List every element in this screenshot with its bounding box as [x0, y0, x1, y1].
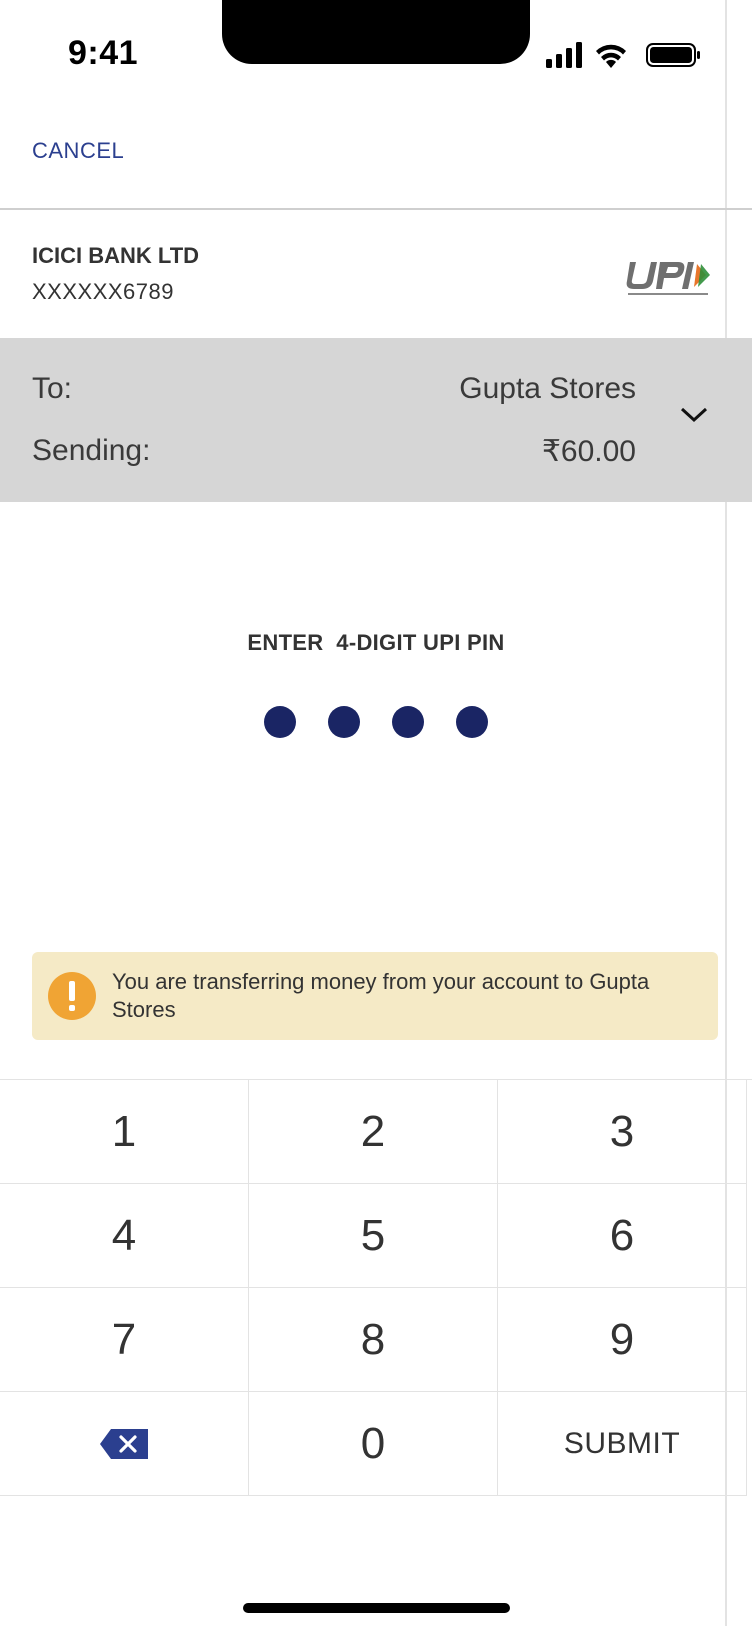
cellular-signal-icon	[546, 42, 582, 68]
home-indicator	[243, 1603, 510, 1613]
status-icons	[546, 42, 700, 68]
payee-name: Gupta Stores	[459, 372, 636, 405]
status-time: 9:41	[68, 34, 139, 72]
submit-button[interactable]: SUBMIT	[498, 1392, 747, 1496]
header-divider	[0, 208, 752, 210]
to-label: To:	[32, 372, 73, 405]
upi-pin-screen: 9:41 CANCEL ICICI BANK LTD XXXXXX6789 To…	[0, 0, 752, 1626]
pin-dot	[392, 706, 424, 738]
sending-label: Sending:	[32, 434, 151, 467]
key-7[interactable]: 7	[0, 1288, 249, 1392]
numeric-keypad: 1 2 3 4 5 6 7 8 9 0 SUBMIT	[0, 1079, 752, 1498]
backspace-icon	[100, 1428, 148, 1459]
pin-title: ENTER 4-DIGIT UPI PIN	[247, 630, 505, 655]
bank-name: ICICI BANK LTD	[32, 243, 200, 268]
warning-text: You are transferring money from your acc…	[112, 969, 650, 1022]
pin-dots[interactable]	[264, 706, 494, 740]
key-9[interactable]: 9	[498, 1288, 747, 1392]
key-2[interactable]: 2	[249, 1080, 498, 1184]
backspace-button[interactable]	[0, 1392, 249, 1496]
key-1[interactable]: 1	[0, 1080, 249, 1184]
key-5[interactable]: 5	[249, 1184, 498, 1288]
notch	[222, 0, 530, 64]
battery-icon	[646, 43, 700, 67]
exclamation-icon	[48, 972, 96, 1020]
payment-details-panel[interactable]: To: Gupta Stores Sending: ₹60.00	[0, 338, 752, 502]
amount-value: ₹60.00	[541, 435, 636, 468]
key-0[interactable]: 0	[249, 1392, 498, 1496]
pin-dot	[328, 706, 360, 738]
chevron-down-icon[interactable]	[678, 402, 710, 426]
pin-dot	[264, 706, 296, 738]
key-3[interactable]: 3	[498, 1080, 747, 1184]
wifi-icon	[596, 44, 626, 68]
cancel-button[interactable]: CANCEL	[32, 138, 124, 164]
key-6[interactable]: 6	[498, 1184, 747, 1288]
upi-logo	[626, 262, 710, 295]
key-4[interactable]: 4	[0, 1184, 249, 1288]
key-8[interactable]: 8	[249, 1288, 498, 1392]
transfer-warning: You are transferring money from your acc…	[32, 952, 718, 1040]
account-number: XXXXXX6789	[32, 279, 174, 304]
pin-dot	[456, 706, 488, 738]
